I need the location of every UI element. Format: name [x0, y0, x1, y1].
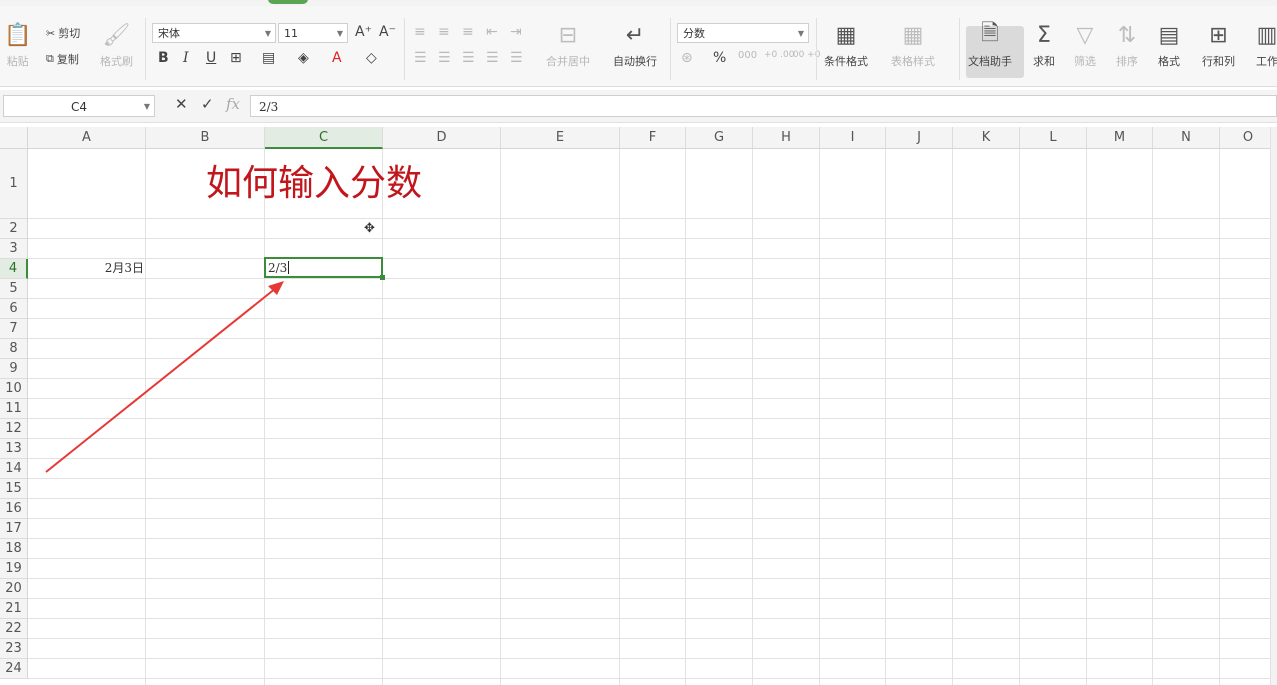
annotation-arrow: [45, 281, 284, 473]
vertical-scrollbar[interactable]: [1270, 127, 1277, 685]
